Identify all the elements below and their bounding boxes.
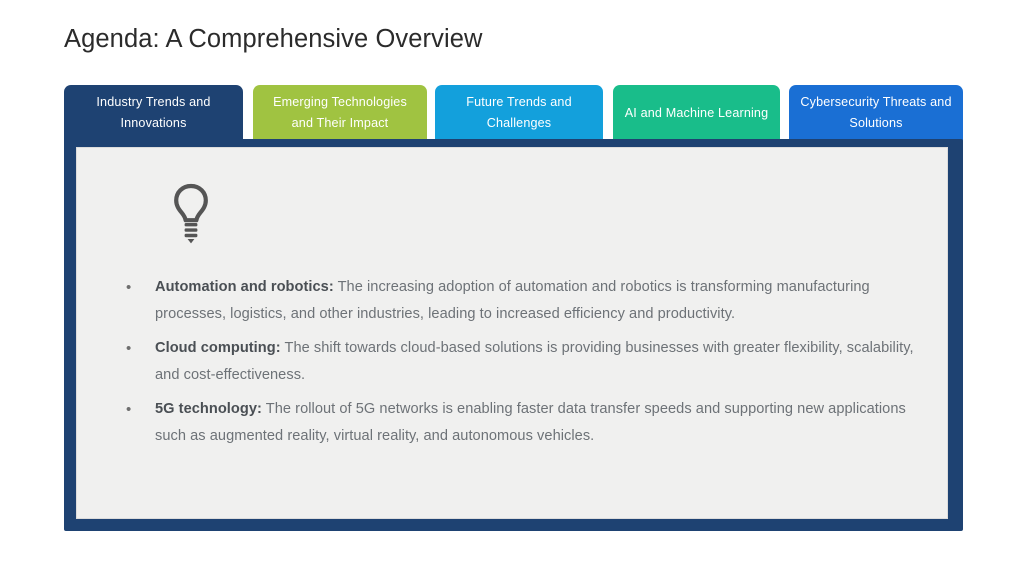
tab-label: Emerging Technologies and Their Impact [273, 95, 407, 130]
bullet-text: 5G technology: The rollout of 5G network… [155, 396, 917, 450]
bullet-body: The rollout of 5G networks is enabling f… [155, 401, 906, 444]
bullet-term: Cloud computing: [155, 340, 281, 356]
bullet-marker-icon: • [126, 401, 132, 418]
list-item: • Cloud computing: The shift towards clou… [122, 335, 917, 389]
tab-label: Future Trends and Challenges [466, 95, 572, 130]
tab-label: Cybersecurity Threats and Solutions [800, 95, 952, 130]
bullet-term: Automation and robotics: [155, 279, 334, 295]
tab-label: Industry Trends and Innovations [96, 95, 211, 130]
list-item: • Automation and robotics: The increasing… [122, 274, 917, 328]
tab-bar: Industry Trends and Innovations Emerging … [64, 85, 963, 141]
page-title: Agenda: A Comprehensive Overview [64, 25, 483, 53]
content-panel: • Automation and robotics: The increasing… [76, 147, 948, 519]
bullet-term: 5G technology: [155, 401, 262, 417]
lightbulb-icon [173, 183, 209, 245]
tab-2[interactable]: Emerging Technologies and Their Impact [253, 85, 427, 141]
slide-canvas: Agenda: A Comprehensive Overview Industr… [0, 0, 1024, 576]
bullet-text: Cloud computing: The shift towards cloud… [155, 335, 917, 389]
bullet-marker-icon: • [126, 279, 132, 296]
content-panel-frame: • Automation and robotics: The increasing… [64, 139, 963, 531]
list-item: • 5G technology: The rollout of 5G networ… [122, 396, 917, 450]
tab-1[interactable]: Industry Trends and Innovations [64, 85, 243, 141]
bullet-marker-icon: • [126, 340, 132, 357]
bullet-text: Automation and robotics: The increasing … [155, 274, 917, 328]
bullet-list: • Automation and robotics: The increasing… [122, 274, 917, 457]
tab-label: AI and Machine Learning [624, 105, 769, 120]
tab-5[interactable]: Cybersecurity Threats and Solutions [789, 85, 963, 141]
tab-3[interactable]: Future Trends and Challenges [435, 85, 603, 141]
tab-4[interactable]: AI and Machine Learning [613, 85, 780, 141]
